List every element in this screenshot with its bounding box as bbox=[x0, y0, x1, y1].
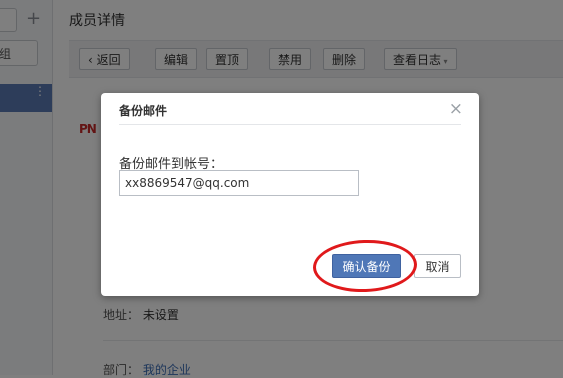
backup-mail-dialog: 备份邮件 × 备份邮件到帐号： 确认备份 取消 bbox=[101, 93, 479, 296]
backup-account-input[interactable] bbox=[119, 170, 359, 196]
cancel-button[interactable]: 取消 bbox=[414, 254, 461, 278]
dialog-title: 备份邮件 bbox=[119, 104, 168, 118]
dialog-divider bbox=[119, 124, 461, 125]
close-icon[interactable]: × bbox=[449, 99, 463, 119]
dialog-header: 备份邮件 × bbox=[101, 93, 479, 125]
confirm-backup-button[interactable]: 确认备份 bbox=[332, 254, 401, 278]
